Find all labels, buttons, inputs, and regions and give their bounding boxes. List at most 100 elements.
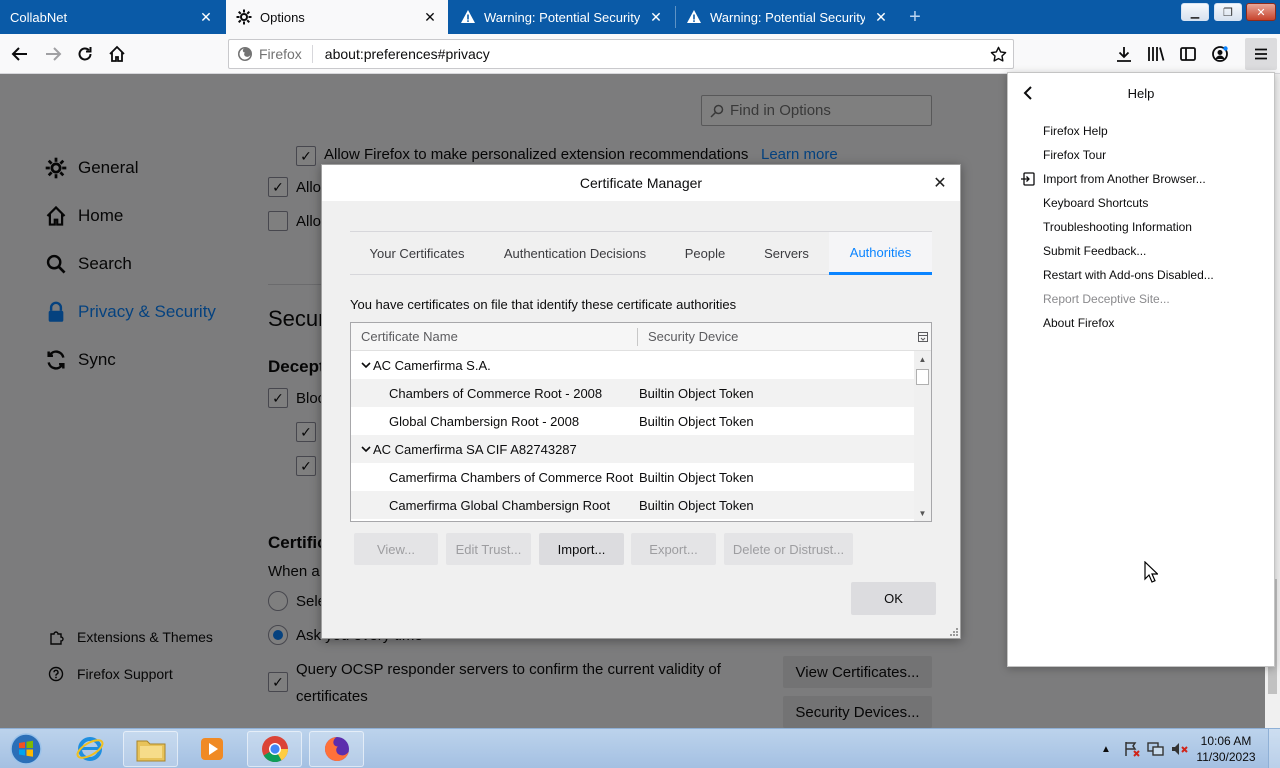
certificate-tabs: Your Certificates Authentication Decisio… [350, 231, 932, 275]
security-device: Builtin Object Token [639, 469, 754, 485]
windows-taskbar: ▲ 10:06 AM 11/30/2023 [0, 728, 1280, 768]
close-icon[interactable]: ✕ [422, 9, 438, 25]
tree-row-group[interactable]: AC Camerfirma S.A. [351, 351, 914, 379]
view-button[interactable]: View... [354, 533, 438, 565]
group-name: AC Camerfirma S.A. [373, 357, 491, 373]
scrollbar-thumb[interactable] [916, 369, 929, 385]
security-device: Builtin Object Token [639, 385, 754, 401]
tab-authentication-decisions[interactable]: Authentication Decisions [484, 232, 666, 275]
tab-title: Warning: Potential Security Risk [710, 9, 865, 25]
help-menu-panel: Help Firefox Help Firefox Tour Import fr… [1007, 72, 1275, 667]
menu-item-troubleshooting[interactable]: Troubleshooting Information [1043, 216, 1192, 238]
show-hidden-icons-icon[interactable]: ▲ [1096, 744, 1116, 755]
chrome-icon[interactable] [247, 731, 302, 767]
back-arrow-icon[interactable] [4, 38, 36, 70]
menu-item-restart-addons-disabled[interactable]: Restart with Add-ons Disabled... [1043, 264, 1214, 286]
menu-item-about-firefox[interactable]: About Firefox [1043, 312, 1114, 334]
reload-icon[interactable] [69, 38, 101, 70]
hamburger-menu-icon[interactable] [1245, 38, 1277, 70]
certificate-name: Chambers of Commerce Root - 2008 [389, 385, 603, 401]
scroll-down-arrow-icon[interactable]: ▼ [914, 505, 931, 521]
certificate-name: Global Chambersign Root - 2008 [389, 413, 580, 429]
menu-item-firefox-tour[interactable]: Firefox Tour [1043, 144, 1106, 166]
url-bar[interactable]: Firefox about:preferences#privacy [228, 39, 1014, 69]
firefox-icon[interactable] [309, 731, 364, 767]
tab-servers[interactable]: Servers [744, 232, 829, 275]
resize-grip-icon[interactable] [948, 626, 958, 636]
column-picker-icon[interactable] [916, 331, 930, 342]
minimize-button[interactable]: ▁ [1181, 3, 1209, 21]
close-icon[interactable]: ✕ [930, 173, 950, 193]
navigation-toolbar: Firefox about:preferences#privacy [0, 34, 1280, 74]
tree-row-certificate[interactable]: Chambers of Commerce Root - 2008 Builtin… [351, 379, 914, 407]
tab-title: CollabNet [10, 9, 68, 25]
show-desktop-button[interactable] [1268, 729, 1280, 768]
column-certificate-name[interactable]: Certificate Name [351, 327, 638, 346]
tab-security-warning-1[interactable]: Warning: Potential Security Risk ✕ [450, 0, 674, 34]
account-icon[interactable] [1204, 38, 1236, 70]
forward-arrow-icon[interactable] [37, 38, 69, 70]
edit-trust-button[interactable]: Edit Trust... [446, 533, 531, 565]
downloads-icon[interactable] [1108, 38, 1140, 70]
url-text[interactable]: about:preferences#privacy [325, 46, 983, 62]
tree-row-group[interactable]: AC Camerfirma SA CIF A82743287 [351, 435, 914, 463]
scroll-up-arrow-icon[interactable]: ▲ [914, 351, 931, 367]
close-icon[interactable]: ✕ [198, 9, 214, 25]
warning-icon [460, 9, 476, 25]
certificate-name: Camerfirma Chambers of Commerce Root [389, 469, 634, 485]
library-icon[interactable] [1140, 38, 1172, 70]
authorities-description: You have certificates on file that ident… [350, 297, 737, 312]
action-center-flag-icon[interactable] [1122, 740, 1142, 758]
delete-or-distrust-button[interactable]: Delete or Distrust... [724, 533, 853, 565]
tab-options[interactable]: Options ✕ [226, 0, 448, 34]
new-tab-plus-icon[interactable]: + [903, 6, 927, 28]
tab-your-certificates[interactable]: Your Certificates [350, 232, 484, 275]
window-close-button[interactable]: ✕ [1246, 3, 1276, 21]
column-security-device[interactable]: Security Device [638, 329, 916, 344]
tree-row-certificate[interactable]: Camerfirma Chambers of Commerce Root Bui… [351, 463, 914, 491]
tree-header: Certificate Name Security Device [351, 323, 931, 351]
internet-explorer-icon[interactable] [62, 731, 117, 767]
network-icon[interactable] [1146, 740, 1166, 758]
tab-strip: CollabNet ✕ Options ✕ Warning: Potential… [0, 0, 1280, 34]
warning-icon [686, 9, 702, 25]
sidebar-icon[interactable] [1172, 38, 1204, 70]
dialog-title: Certificate Manager [322, 165, 960, 201]
home-icon[interactable] [101, 38, 133, 70]
volume-muted-icon[interactable] [1170, 740, 1190, 758]
tree-scrollbar[interactable]: ▲ ▼ [914, 351, 931, 521]
clock-time: 10:06 AM [1200, 734, 1252, 748]
menu-item-submit-feedback[interactable]: Submit Feedback... [1043, 240, 1146, 262]
system-clock[interactable]: 10:06 AM 11/30/2023 [1196, 733, 1256, 765]
start-orb-icon[interactable] [0, 731, 52, 767]
chevron-down-icon[interactable] [351, 444, 373, 454]
tab-authorities[interactable]: Authorities [829, 232, 932, 275]
close-icon[interactable]: ✕ [648, 9, 664, 25]
menu-item-keyboard-shortcuts[interactable]: Keyboard Shortcuts [1043, 192, 1148, 214]
system-tray: ▲ [1096, 729, 1190, 768]
ok-button[interactable]: OK [851, 582, 936, 615]
menu-item-import-browser[interactable]: Import from Another Browser... [1043, 168, 1206, 190]
import-button[interactable]: Import... [539, 533, 624, 565]
close-icon[interactable]: ✕ [873, 9, 889, 25]
mouse-pointer-icon [1144, 561, 1158, 583]
file-explorer-icon[interactable] [123, 731, 178, 767]
url-separator [311, 45, 313, 63]
tab-security-warning-2[interactable]: Warning: Potential Security Risk ✕ [676, 0, 899, 34]
tree-row-certificate[interactable]: Camerfirma Global Chambersign Root Built… [351, 491, 914, 519]
group-name: AC Camerfirma SA CIF A82743287 [373, 441, 577, 457]
tab-people[interactable]: People [666, 232, 744, 275]
tree-row-certificate[interactable]: Global Chambersign Root - 2008 Builtin O… [351, 407, 914, 435]
bookmark-star-icon[interactable] [983, 46, 1013, 63]
menu-item-firefox-help[interactable]: Firefox Help [1043, 120, 1108, 142]
tab-collabnet[interactable]: CollabNet ✕ [0, 0, 224, 34]
identity-box[interactable]: Firefox [229, 45, 325, 63]
panel-title: Help [1127, 85, 1155, 101]
media-player-icon[interactable] [184, 731, 239, 767]
certificate-tree[interactable]: Certificate Name Security Device AC Came… [350, 322, 932, 522]
chevron-down-icon[interactable] [351, 360, 373, 370]
export-button[interactable]: Export... [631, 533, 716, 565]
gear-icon [236, 9, 252, 25]
import-icon [1021, 172, 1035, 186]
restore-button[interactable]: ❐ [1214, 3, 1242, 21]
